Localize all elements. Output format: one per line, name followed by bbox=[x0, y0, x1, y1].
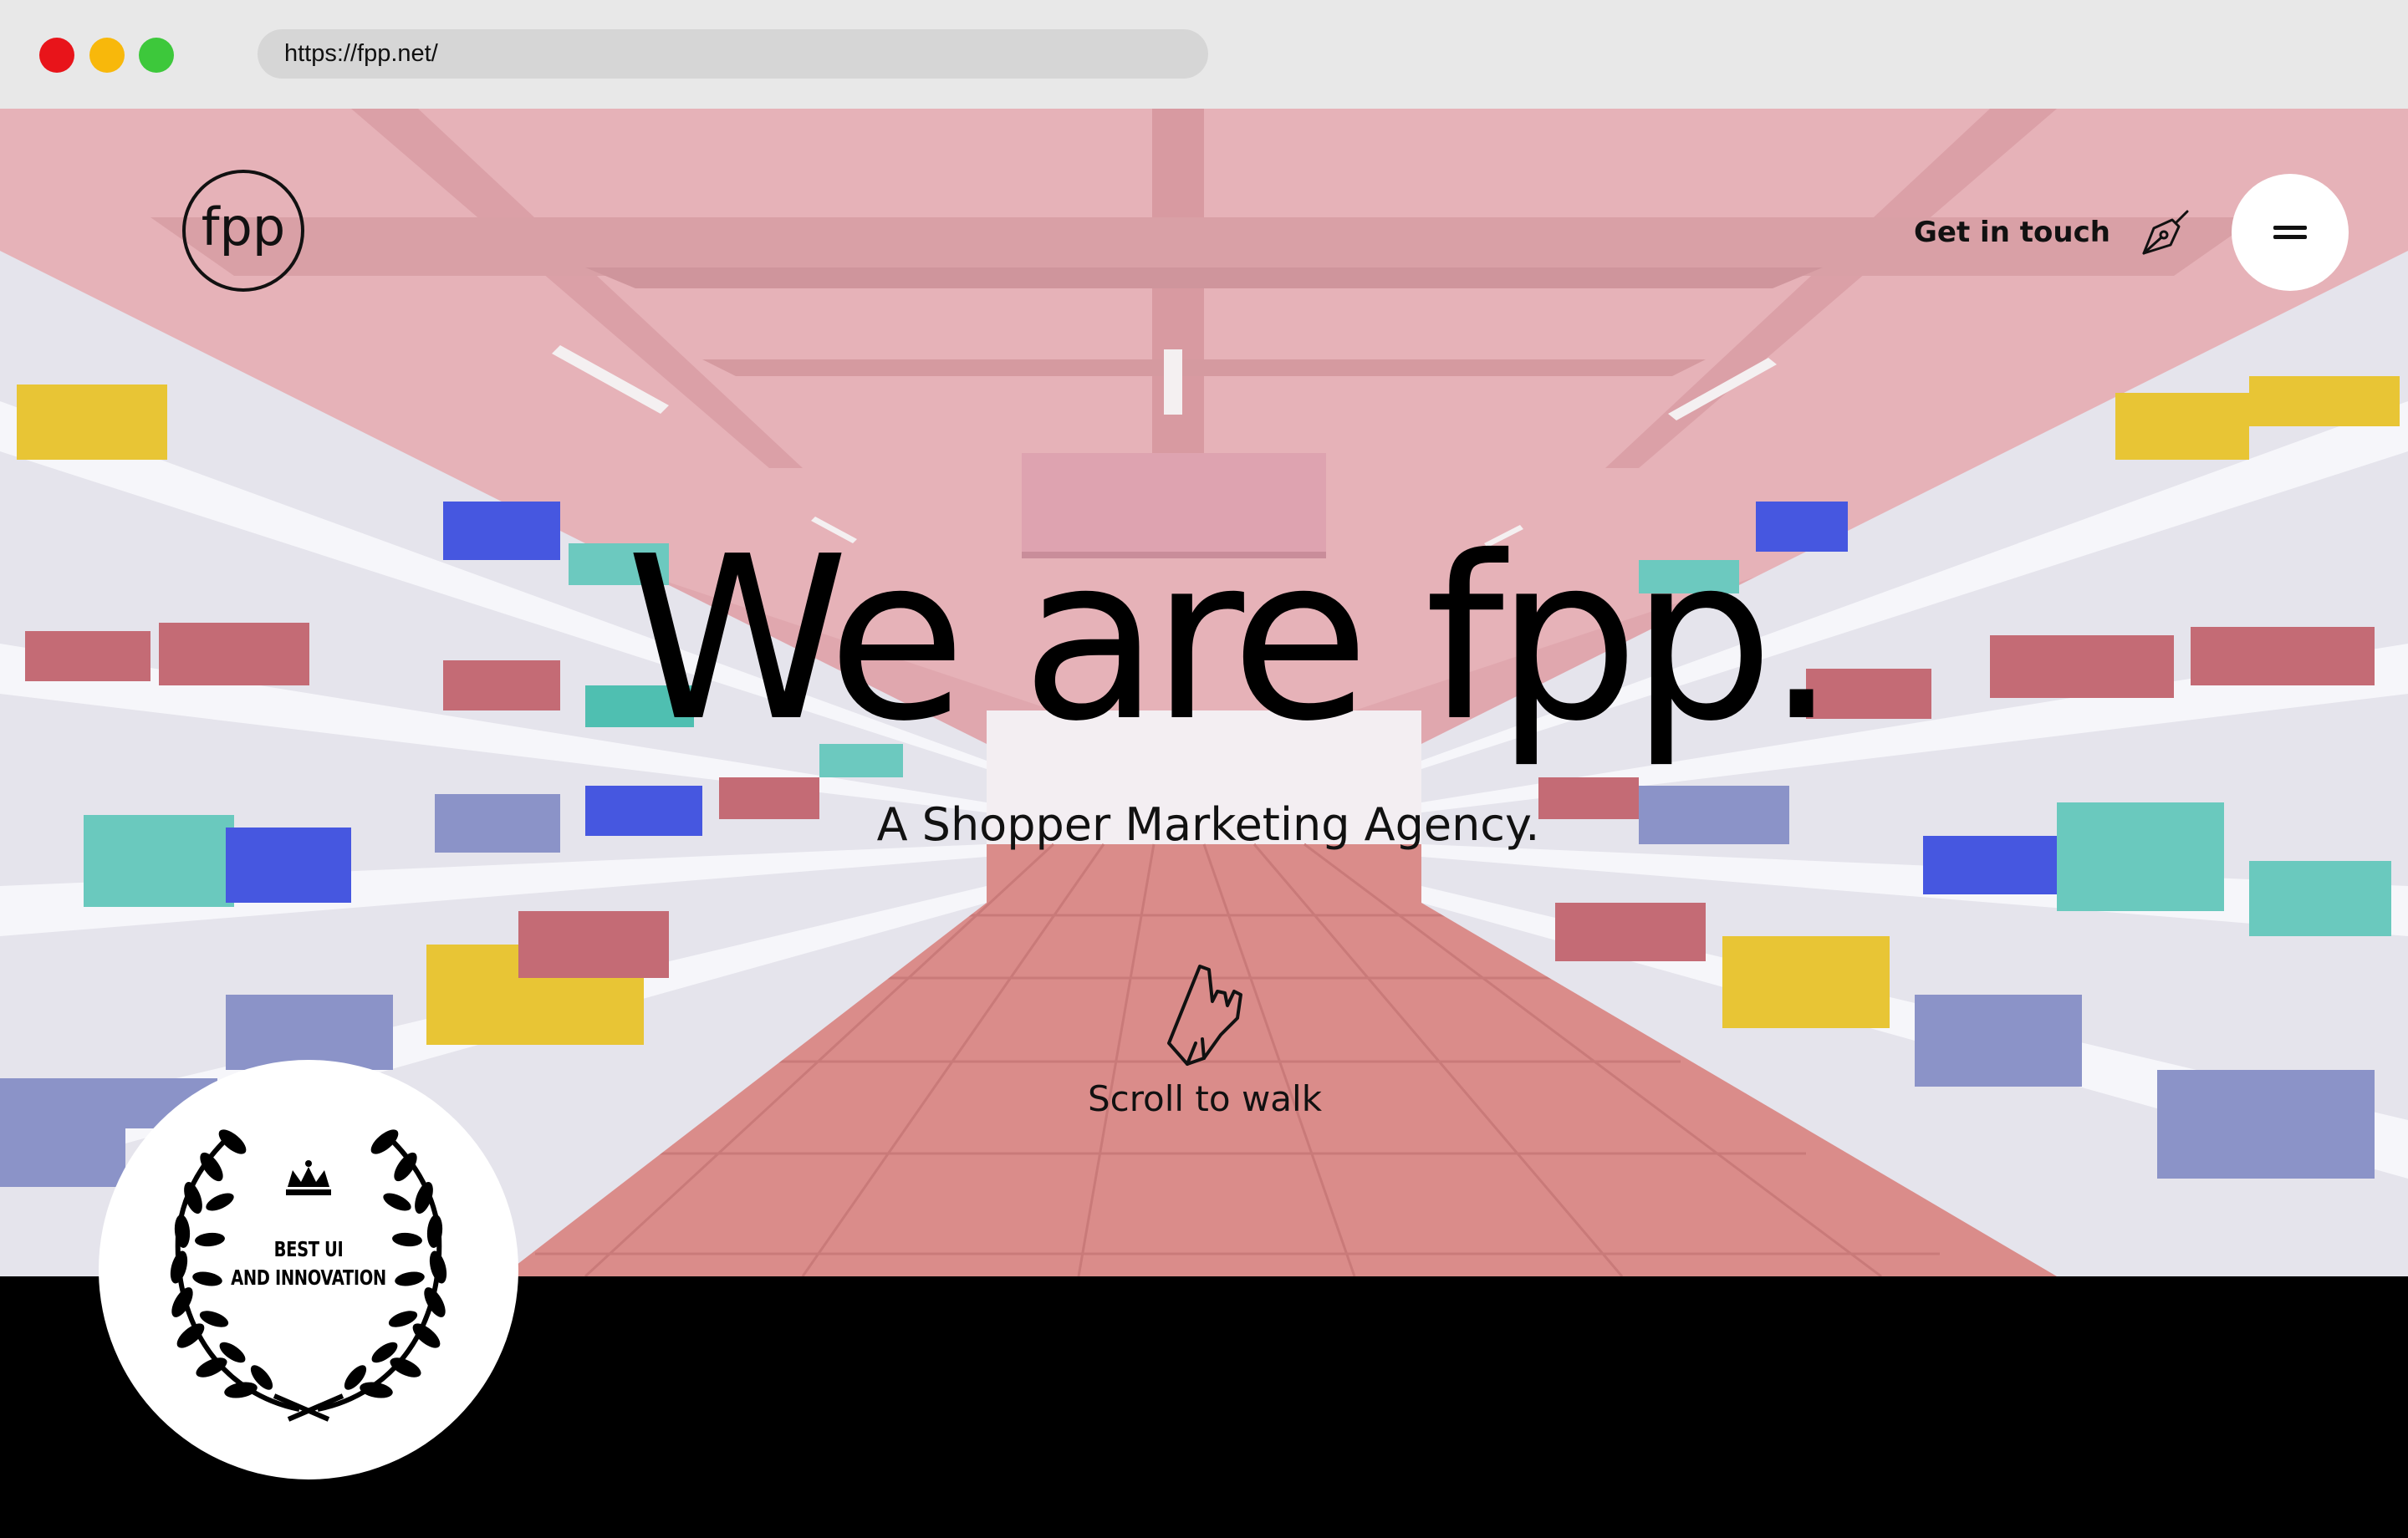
fpp-logo[interactable]: fpp bbox=[181, 168, 306, 293]
crown-icon bbox=[286, 1160, 331, 1195]
url-text: https://fpp.net/ bbox=[284, 40, 438, 67]
hero-title: We are fpp. bbox=[625, 507, 1837, 771]
award-badge[interactable]: BEST UI AND INNOVATION bbox=[99, 1060, 518, 1479]
close-window-button[interactable] bbox=[39, 38, 74, 73]
award-text: BEST UI AND INNOVATION bbox=[145, 1235, 472, 1292]
browser-chrome: https://fpp.net/ bbox=[0, 0, 2408, 109]
address-bar[interactable]: https://fpp.net/ bbox=[258, 29, 1208, 79]
pen-nib-icon bbox=[2142, 210, 2189, 255]
pointing-hand-icon bbox=[1167, 965, 1242, 1066]
hamburger-icon bbox=[2273, 221, 2307, 244]
award-line-2: AND INNOVATION bbox=[231, 1266, 386, 1290]
award-line-1: BEST UI bbox=[273, 1237, 344, 1261]
minimize-window-button[interactable] bbox=[89, 38, 125, 73]
menu-button[interactable] bbox=[2232, 174, 2349, 291]
svg-text:fpp: fpp bbox=[202, 196, 286, 257]
get-in-touch-link[interactable]: Get in touch bbox=[1914, 207, 2194, 257]
get-in-touch-label: Get in touch bbox=[1914, 216, 2110, 249]
maximize-window-button[interactable] bbox=[139, 38, 174, 73]
hero-subtitle: A Shopper Marketing Agency. bbox=[876, 798, 1540, 851]
